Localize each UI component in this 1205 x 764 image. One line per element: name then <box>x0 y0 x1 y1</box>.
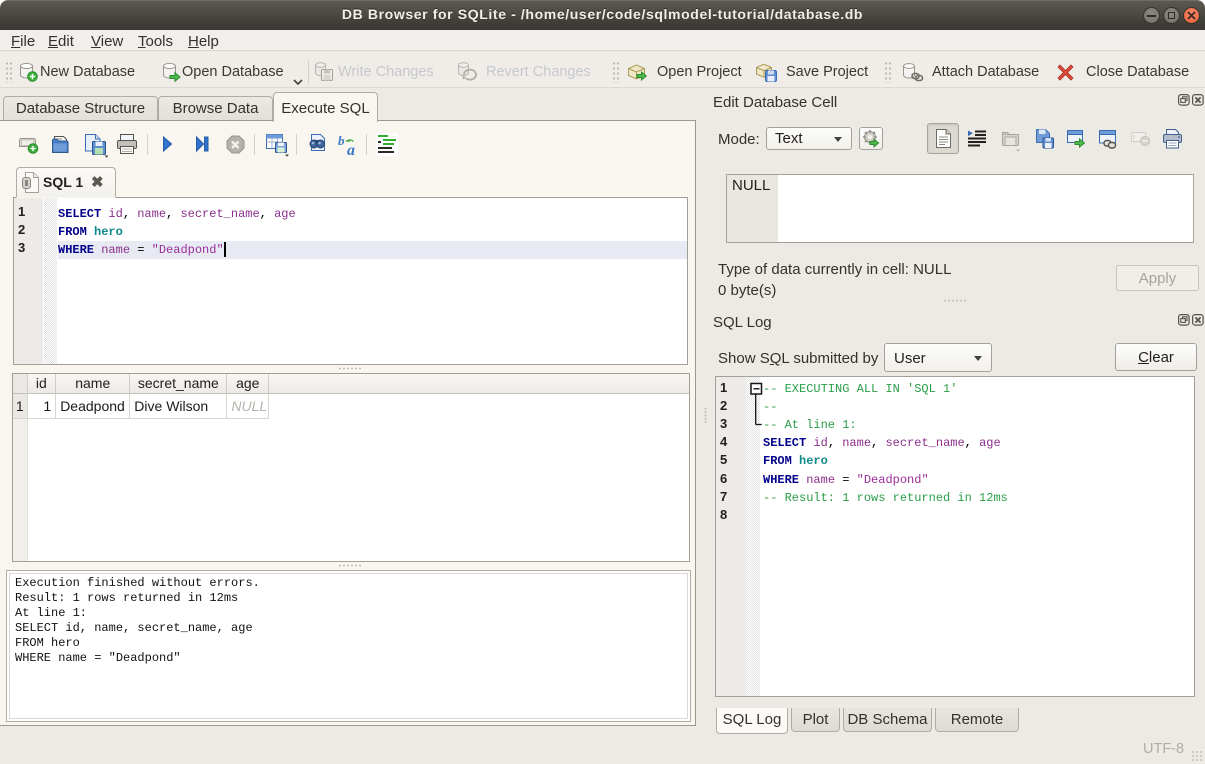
svg-text:b: b <box>338 133 345 148</box>
svg-text:a: a <box>347 142 355 159</box>
